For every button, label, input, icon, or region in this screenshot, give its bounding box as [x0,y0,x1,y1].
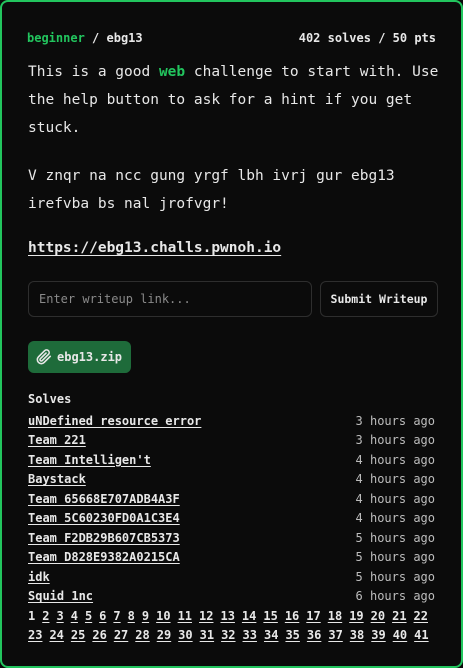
page-link[interactable]: 40 [393,626,407,645]
solve-team-link[interactable]: Team 5C60230FD0A1C3E4 [28,511,180,525]
solve-time: 4 hours ago [355,511,435,526]
page-link[interactable]: 38 [350,626,364,645]
solve-time: 4 hours ago [355,452,435,467]
page-link[interactable]: 15 [263,607,277,626]
challenge-url-link[interactable]: https://ebg13.challs.pwnoh.io [28,240,281,256]
solve-team-link[interactable]: Team 65668E707ADB4A3F [28,492,180,506]
solve-time: 3 hours ago [355,413,435,428]
page-link[interactable]: 22 [414,607,428,626]
solve-team-link[interactable]: Baystack [28,472,86,486]
page-link[interactable]: 41 [414,626,428,645]
page-link[interactable]: 35 [285,626,299,645]
page-link[interactable]: 31 [200,626,214,645]
solve-team-link[interactable]: uNDefined resource error [28,414,201,428]
solve-team-link[interactable]: Team D828E9382A0215CA [28,550,180,564]
attachment-download-button[interactable]: ebg13.zip [28,341,132,373]
page-link[interactable]: 24 [49,626,63,645]
description-highlight: web [158,64,186,80]
page-link[interactable]: 6 [99,607,106,626]
page-link[interactable]: 34 [264,626,278,645]
page-link[interactable]: 16 [285,607,299,626]
page-link[interactable]: 33 [243,626,257,645]
page-link[interactable]: 17 [306,607,320,626]
challenge-header: beginner / ebg13 402 solves / 50 pts [27,31,436,45]
solve-team-link[interactable]: Team 221 [28,433,86,447]
page-link[interactable]: 28 [135,626,149,645]
page-link[interactable]: 13 [220,607,234,626]
solves-points-label: 402 solves / 50 pts [298,31,436,45]
solve-time: 5 hours ago [355,569,435,584]
submit-writeup-button[interactable]: Submit Writeup [320,281,438,317]
page-link[interactable]: 30 [178,626,192,645]
page-link[interactable]: 21 [392,607,406,626]
page-link[interactable]: 3 [56,607,63,626]
solves-list: uNDefined resource error 3 hours ago Team… [28,411,435,606]
breadcrumb-separator: / [92,31,100,45]
page-link[interactable]: 26 [92,626,106,645]
solve-team-link[interactable]: Team F2DB29B607CB5373 [28,531,180,545]
page-link[interactable]: 32 [221,626,235,645]
challenge-description: This is a good web challenge to start wi… [28,58,441,218]
page-link[interactable]: 23 [28,626,42,645]
solve-time: 5 hours ago [355,530,435,545]
page-link[interactable]: 12 [199,607,213,626]
solves-heading: Solves [28,392,72,406]
challenge-category: beginner [27,31,85,45]
page-link[interactable]: 9 [142,607,149,626]
page-link[interactable]: 7 [113,607,120,626]
description-paragraph-1: This is a good web challenge to start wi… [28,58,441,142]
breadcrumb: beginner / ebg13 [27,31,143,45]
solve-row: uNDefined resource error 3 hours ago [28,411,435,431]
solve-time: 6 hours ago [355,589,435,604]
description-paragraph-2: V znqr na ncc gung yrgf lbh ivrj gur ebg… [28,168,395,212]
solve-row: Team F2DB29B607CB5373 5 hours ago [28,528,435,548]
solve-row: Team 65668E707ADB4A3F 4 hours ago [28,489,435,509]
page-link[interactable]: 8 [128,607,135,626]
solve-row: Squid 1nc 6 hours ago [28,587,435,607]
paperclip-icon [36,349,52,365]
page-link[interactable]: 27 [114,626,128,645]
page-link[interactable]: 39 [371,626,385,645]
page-link[interactable]: 10 [156,607,170,626]
solve-team-link[interactable]: Team Intelligen't [28,453,151,467]
writeup-link-input[interactable] [28,281,312,317]
attachment-label: ebg13.zip [57,350,123,364]
page-link[interactable]: 11 [178,607,192,626]
page-link[interactable]: 14 [242,607,256,626]
page-link[interactable]: 5 [85,607,92,626]
solve-row: Team D828E9382A0215CA 5 hours ago [28,548,435,568]
solve-row: Team 221 3 hours ago [28,431,435,451]
solve-row: Team Intelligen't 4 hours ago [28,450,435,470]
solve-team-link[interactable]: Squid 1nc [28,589,93,603]
page-link[interactable]: 36 [307,626,321,645]
solve-row: Team 5C60230FD0A1C3E4 4 hours ago [28,509,435,529]
page-link[interactable]: 25 [71,626,85,645]
solve-row: idk 5 hours ago [28,567,435,587]
description-text: This is a good [28,64,159,80]
page-link[interactable]: 29 [157,626,171,645]
page-link[interactable]: 37 [328,626,342,645]
solve-time: 5 hours ago [355,550,435,565]
page-link[interactable]: 18 [328,607,342,626]
page-link[interactable]: 19 [349,607,363,626]
pagination: 1 2 3 4 5 6 7 8 9 10 11 12 13 14 15 16 17 18 19 20 21 2223 24 2… [28,607,443,645]
solve-time: 4 hours ago [355,472,435,487]
solve-row: Baystack 4 hours ago [28,470,435,490]
challenge-name: ebg13 [106,31,143,45]
challenge-card: beginner / ebg13 402 solves / 50 pts Thi… [0,0,463,668]
solve-time: 3 hours ago [355,433,435,448]
page-link[interactable]: 4 [71,607,78,626]
solve-team-link[interactable]: idk [28,570,50,584]
solve-time: 4 hours ago [355,491,435,506]
page-link[interactable]: 20 [371,607,385,626]
page-link[interactable]: 2 [42,607,49,626]
page-link[interactable]: 1 [28,607,35,626]
